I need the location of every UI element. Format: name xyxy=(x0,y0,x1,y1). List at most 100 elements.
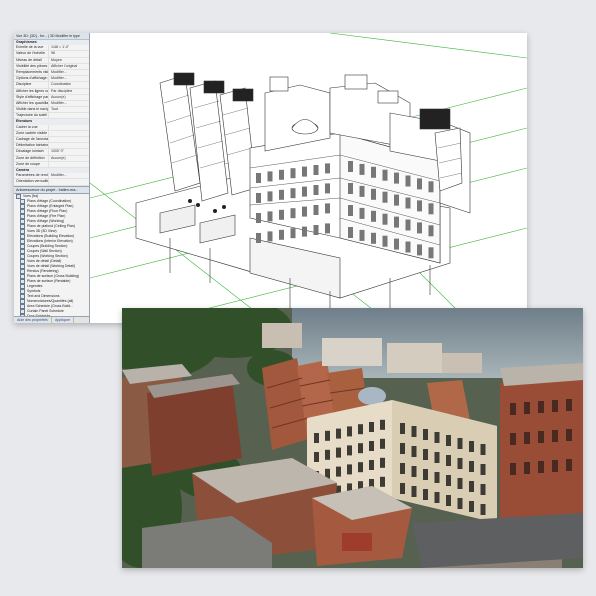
property-value[interactable]: Modifier... xyxy=(49,76,67,81)
facade-window xyxy=(359,207,365,219)
facade-window xyxy=(279,229,284,240)
property-value[interactable]: Modifier... xyxy=(49,70,67,75)
photo-window xyxy=(423,469,428,480)
facade-window xyxy=(428,225,434,237)
facade-window xyxy=(256,173,261,183)
property-value[interactable]: Par discipline xyxy=(49,89,72,94)
property-value[interactable]: Modifier... xyxy=(49,101,67,106)
facade-window xyxy=(348,183,353,194)
property-value[interactable]: Tout xyxy=(49,107,58,112)
photo-window xyxy=(469,501,474,512)
panel-bottom-tabs: Aide des propriétés Appliquer xyxy=(14,316,89,323)
photo-window xyxy=(411,446,417,457)
property-key: Afficher les quadrillages xyxy=(16,100,49,107)
photo-window xyxy=(423,449,428,460)
facade-window xyxy=(371,232,376,244)
photo-window xyxy=(411,486,417,497)
property-value[interactable] xyxy=(49,143,51,148)
facade-window xyxy=(313,225,319,235)
property-key: Zone de définition xyxy=(14,155,49,161)
photo-window xyxy=(400,483,405,494)
properties-help-link[interactable]: Aide des propriétés xyxy=(14,317,52,323)
facade-window xyxy=(256,213,261,223)
facade-window xyxy=(279,209,284,220)
photo-window xyxy=(369,441,374,451)
property-key: Discipline xyxy=(14,82,49,88)
photo-window xyxy=(469,461,474,472)
facade-window xyxy=(313,165,319,175)
property-value[interactable]: 1000' 0" xyxy=(49,149,64,154)
facade-window xyxy=(279,169,284,180)
photo-window xyxy=(457,478,463,489)
property-value[interactable]: 1/48 = 1'-0" xyxy=(49,45,69,50)
properties-header[interactable]: Vue 3D: {3D} - for... | 3D Modifier le t… xyxy=(14,33,89,40)
facade-window xyxy=(417,222,422,234)
photo-window xyxy=(369,422,374,432)
facade-window xyxy=(417,200,422,212)
photo-window xyxy=(336,447,341,458)
facade-window xyxy=(256,193,261,203)
photo-window xyxy=(347,426,352,437)
property-key: Visible dans le navigateur xyxy=(16,107,49,113)
property-key: Options d'affichage des graphismes xyxy=(14,76,49,82)
facade-window xyxy=(371,210,376,222)
photo-window xyxy=(434,472,440,483)
facade-window xyxy=(428,181,434,193)
photo-window xyxy=(314,433,319,443)
facade-window xyxy=(382,235,388,247)
property-value[interactable] xyxy=(49,113,51,118)
property-value[interactable]: 96 xyxy=(49,51,55,56)
aerial-render xyxy=(122,308,583,568)
photo-window xyxy=(347,445,352,456)
facade-window xyxy=(313,185,319,195)
property-value[interactable]: Aucun(e) xyxy=(49,95,66,100)
facade-window xyxy=(325,183,330,194)
property-value[interactable]: Moyen xyxy=(49,58,62,63)
facade-window xyxy=(359,185,365,197)
facade-window xyxy=(256,233,261,243)
photo-window xyxy=(457,458,463,469)
property-value[interactable] xyxy=(49,125,51,130)
facade-window xyxy=(405,219,411,231)
facade-window xyxy=(290,188,296,199)
property-key: Echelle de la vue xyxy=(14,45,49,51)
photo-window xyxy=(434,432,440,443)
photo-window xyxy=(380,419,385,430)
photo-window xyxy=(457,498,463,509)
photo-window xyxy=(411,466,417,477)
property-value[interactable]: Aucun(e) xyxy=(49,156,66,161)
property-value[interactable] xyxy=(49,179,51,184)
photo-window xyxy=(336,466,341,477)
property-key: Style d'affichage par défaut xyxy=(16,94,49,100)
photo-window xyxy=(400,423,405,434)
facade-window xyxy=(382,169,388,181)
facade-window xyxy=(428,247,434,259)
property-key: Visibilité des pièces xyxy=(16,63,49,69)
3d-model-viewport[interactable] xyxy=(89,33,527,323)
building-linework xyxy=(135,72,471,318)
photo-window xyxy=(380,457,385,468)
property-value[interactable] xyxy=(49,131,51,136)
facade-window xyxy=(302,226,307,237)
facade-window xyxy=(290,168,296,179)
property-value[interactable]: Coordination xyxy=(49,82,71,87)
photo-window xyxy=(380,438,385,449)
photo-window xyxy=(469,441,474,452)
properties-body: Graphismes Echelle de la vue 1/48 = 1'-0" V… xyxy=(14,40,89,186)
photo-window xyxy=(446,495,451,506)
property-value[interactable]: Afficher l'original xyxy=(49,64,77,69)
photo-window xyxy=(358,462,363,473)
project-browser-header: Arborescence du projet - ballen-ma... xyxy=(14,185,89,194)
facade-window xyxy=(371,166,376,178)
photo-window xyxy=(480,504,486,515)
property-value[interactable] xyxy=(49,137,51,142)
photo-window xyxy=(423,429,428,440)
facade-window xyxy=(302,186,307,197)
facade-window xyxy=(267,171,273,182)
facade-window xyxy=(394,238,399,250)
property-value[interactable] xyxy=(49,162,51,167)
facade-window xyxy=(325,223,330,234)
property-key: Délimitation lointaine xyxy=(16,143,49,149)
apply-button[interactable]: Appliquer xyxy=(52,317,75,323)
property-value[interactable]: Modifier... xyxy=(49,173,67,178)
